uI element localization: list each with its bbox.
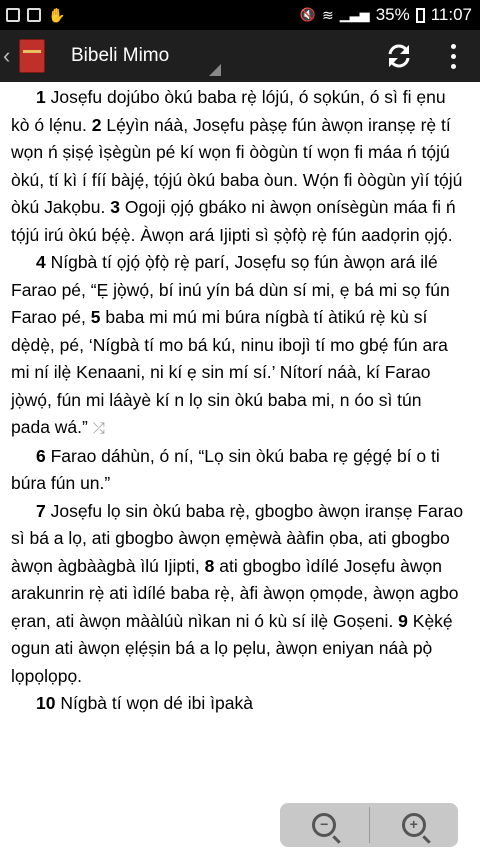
refresh-icon[interactable]	[372, 30, 426, 82]
chapter-spinner-arrow-icon[interactable]	[209, 64, 221, 76]
battery-percent: 35%	[375, 5, 410, 24]
notification-hand-icon: ✋	[48, 6, 66, 23]
verse-text: Nígbà tí wọn dé ibi ìpakà	[55, 693, 253, 713]
mute-icon: 🔇	[299, 7, 316, 22]
back-chevron-icon[interactable]: ‹	[0, 43, 17, 69]
paragraph: 6 Farao dáhùn, ó ní, “Lọ sin òkú baba rẹ…	[11, 443, 464, 498]
app-title[interactable]: Bibeli Mimo	[71, 45, 169, 67]
zoom-out-button[interactable]: −	[280, 803, 369, 847]
zoom-in-button[interactable]: +	[370, 803, 459, 847]
verse-number: 4	[36, 252, 46, 272]
signal-icon: ▁▃▅	[339, 7, 370, 22]
shuffle-icon[interactable]: ⤮	[93, 420, 105, 437]
clock: 11:07	[430, 5, 472, 24]
paragraph: 4 Nígbà tí ọjọ́ ọ̀fọ̀ rẹ̀ parí, Josẹfu s…	[11, 249, 464, 443]
scripture-content[interactable]: 1 Josẹfu dojúbo òkú baba rẹ̀ lójú, ó sọk…	[0, 84, 480, 854]
verse-number: 6	[36, 445, 46, 466]
verse-number: 3	[110, 197, 120, 217]
notification-message-icon	[27, 8, 41, 22]
paragraph: 1 Josẹfu dojúbo òkú baba rẹ̀ lójú, ó sọk…	[11, 84, 464, 249]
zoom-in-icon: +	[401, 813, 426, 837]
scripture-text: 1 Josẹfu dojúbo òkú baba rẹ̀ lójú, ó sọk…	[0, 84, 480, 718]
verse-number: 10	[36, 693, 56, 713]
action-bar: ‹ Bibeli Mimo	[0, 30, 480, 82]
wifi-icon: ≋	[321, 6, 334, 23]
verse-number: 1	[36, 87, 46, 107]
verse-number: 9	[398, 610, 408, 631]
bible-book-icon[interactable]	[19, 39, 45, 73]
paragraph: 10 Nígbà tí wọn dé ibi ìpakà	[11, 690, 464, 718]
verse-text: Farao dáhùn, ó ní, “Lọ sin òkú baba rẹ g…	[11, 445, 440, 494]
paragraph: 7 Josẹfu lọ sin òkú baba rẹ̀, gbogbo àwọ…	[11, 498, 464, 691]
verse-number: 5	[90, 307, 101, 327]
verse-number: 7	[36, 500, 46, 521]
battery-icon	[415, 7, 425, 23]
notification-image-icon	[6, 8, 20, 22]
overflow-menu-icon[interactable]	[426, 30, 480, 82]
zoom-out-icon: −	[312, 813, 337, 837]
status-bar: ✋ 🔇 ≋ ▁▃▅ 35% 11:07	[0, 0, 480, 30]
verse-number: 8	[204, 555, 215, 576]
zoom-controls: − +	[280, 803, 458, 847]
